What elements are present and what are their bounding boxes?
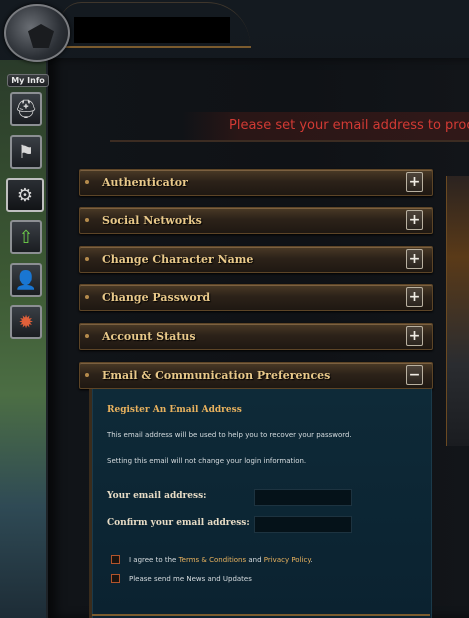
accordion-label: Change Character Name [102,253,254,266]
accordion-label: Account Status [102,330,196,343]
tab-friends[interactable]: 👤 [10,263,42,297]
tab-upgrade[interactable]: ⇧ [10,220,42,254]
accordion-label: Social Networks [102,214,202,227]
tab-helmet[interactable]: ⛑ [10,92,42,126]
logo[interactable] [4,4,70,62]
section-title: Register An Email Address [107,405,242,415]
accordion-label: Change Password [102,291,211,304]
expand-button[interactable]: + [406,210,423,230]
panel-bottom-border [92,614,430,616]
collapse-button[interactable]: − [406,365,423,385]
terms-checkbox[interactable] [111,555,120,564]
confirm-email-label: Confirm your email address: [107,518,250,528]
confirm-email-field[interactable] [254,516,352,533]
info-text-recover: This email address will be used to help … [107,431,352,439]
accordion-email-preferences[interactable]: Email & Communication Preferences − [79,362,433,389]
helmet-icon: ⛑ [14,98,38,120]
agree-and: and [246,556,264,564]
email-warning-banner: Please set your email address to proceed [182,112,469,140]
expand-button[interactable]: + [406,172,423,192]
my-info-label: My Info [7,74,49,87]
email-label: Your email address: [107,491,207,501]
accordion-account-status[interactable]: Account Status + [79,323,433,350]
agree-prefix: I agree to the [129,556,179,564]
email-preferences-panel: Register An Email Address This email add… [92,389,432,618]
redacted-name-block [74,17,230,43]
rivet [85,334,89,338]
accordion-change-password[interactable]: Change Password + [79,284,433,311]
info-text-login: Setting this email will not change your … [107,457,307,465]
rivet [85,257,89,261]
rivet [85,180,89,184]
right-ornament [446,176,469,446]
gear-icon: ⚙ [16,184,34,206]
tab-banner[interactable]: ⚑ [10,135,42,169]
terms-link[interactable]: Terms & Conditions [179,556,247,564]
news-checkbox[interactable] [111,574,120,583]
add-friend-icon: 👤 [14,269,38,291]
agree-suffix: . [310,556,313,564]
upgrade-arrow-icon: ⇧ [18,226,34,248]
rivet [85,295,89,299]
expand-button[interactable]: + [406,287,423,307]
expand-button[interactable]: + [406,249,423,269]
email-field[interactable] [254,489,352,506]
accordion-authenticator[interactable]: Authenticator + [79,169,433,196]
logo-emblem-icon [28,24,54,48]
terms-label: I agree to the Terms & Conditions and Pr… [129,556,313,564]
rivet [85,373,89,377]
accordion-label: Email & Communication Preferences [102,369,331,382]
bomb-icon: ✹ [18,311,34,333]
tab-settings[interactable]: ⚙ [6,178,44,212]
accordion-social-networks[interactable]: Social Networks + [79,207,433,234]
banner-icon: ⚑ [17,141,35,163]
privacy-link[interactable]: Privacy Policy [264,556,311,564]
news-label: Please send me News and Updates [129,575,252,583]
expand-button[interactable]: + [406,326,423,346]
accordion-label: Authenticator [102,176,188,189]
rivet [85,218,89,222]
tab-bomb[interactable]: ✹ [10,305,42,339]
banner-divider [110,140,469,142]
accordion-change-character-name[interactable]: Change Character Name + [79,246,433,273]
